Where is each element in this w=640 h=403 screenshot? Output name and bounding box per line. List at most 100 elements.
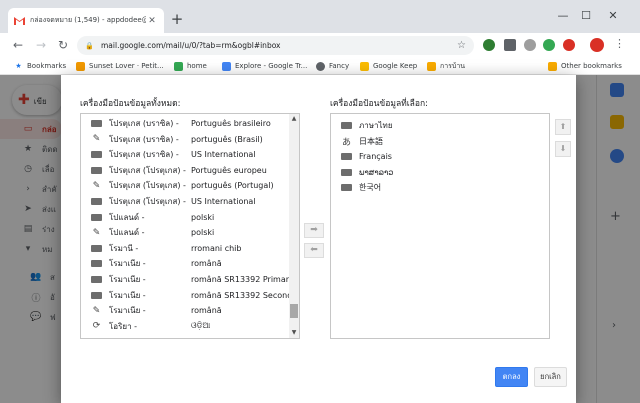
favicon-icon bbox=[174, 61, 183, 71]
bookmark-item[interactable]: Sunset Lover · Petit... bbox=[76, 59, 164, 73]
bookmark-label: Fancy bbox=[329, 62, 350, 70]
extension-icon[interactable] bbox=[524, 39, 536, 51]
move-down-button[interactable]: ⬇ bbox=[555, 141, 571, 157]
extension-icon[interactable] bbox=[483, 39, 495, 51]
available-tool-item[interactable]: ✎ โปแลนด์ - polski bbox=[91, 225, 215, 240]
selected-tool-item[interactable]: ພາສາລາວ bbox=[341, 165, 393, 180]
bookmark-item[interactable]: Explore - Google Tr... bbox=[222, 59, 307, 73]
available-tool-item[interactable]: โปรตุเกส (โปรตุเกส) - US International bbox=[91, 194, 256, 209]
selected-tool-item[interactable]: あ日本語 bbox=[341, 134, 383, 149]
tool-name: română SR13392 Secondary bbox=[191, 290, 300, 300]
bookmark-item[interactable]: home bbox=[174, 59, 207, 73]
keyboard-icon bbox=[91, 165, 102, 176]
tool-name: português (Portugal) bbox=[191, 181, 274, 191]
available-tool-item[interactable]: โปแลนด์ - polski bbox=[91, 210, 214, 225]
pencil-icon: ✎ bbox=[92, 227, 101, 238]
tool-language: โรมาเนีย - bbox=[109, 275, 146, 284]
bookmark-label: Google Keep bbox=[373, 62, 418, 70]
gmail-icon bbox=[14, 16, 25, 25]
available-tool-item[interactable]: ✎ โปรตุเกส (โปรตุเกส) - português (Portuga… bbox=[91, 178, 274, 193]
forward-arrow-icon[interactable]: → bbox=[33, 37, 49, 53]
kebab-menu-icon[interactable]: ⋮ bbox=[614, 37, 625, 50]
tool-language: โรมาเนีย - bbox=[109, 290, 146, 300]
selected-tools-title: เครื่องมือป้อนข้อมูลที่เลือก: bbox=[330, 99, 428, 109]
add-tool-button[interactable]: ➡ bbox=[304, 223, 324, 238]
selected-tool-item[interactable]: ภาษาไทย bbox=[341, 118, 393, 133]
scrollbar-thumb[interactable] bbox=[290, 304, 298, 318]
back-arrow-icon[interactable]: ← bbox=[10, 37, 26, 53]
bookmarks-bar: ★ Bookmarks Sunset Lover · Petit... home … bbox=[0, 57, 640, 75]
pencil-icon: ✎ bbox=[92, 305, 101, 316]
available-tool-item[interactable]: โรมาเนีย - română SR13392 Primary bbox=[91, 272, 294, 287]
available-tool-item[interactable]: ✎ โปรตุเกส (บราซิล) - português (Brasil) bbox=[91, 132, 263, 147]
scroll-up-arrow-icon[interactable]: ▲ bbox=[289, 115, 299, 123]
tool-name: ଓଡ଼ିଆ bbox=[191, 321, 211, 331]
keyboard-icon bbox=[91, 196, 102, 207]
favicon-icon bbox=[360, 61, 369, 71]
keyboard-icon bbox=[91, 243, 102, 254]
bookmark-item[interactable]: Google Keep bbox=[360, 59, 417, 73]
available-tool-item[interactable]: โปรตุเกส (บราซิล) - US International bbox=[91, 147, 256, 162]
scrollbar[interactable]: ▲ ▼ bbox=[289, 114, 299, 338]
ok-button[interactable]: ตกลง bbox=[495, 367, 528, 387]
tool-name: ພາສາລາວ bbox=[359, 167, 394, 177]
keyboard-icon bbox=[91, 118, 102, 129]
tool-name: polski bbox=[191, 212, 215, 222]
tool-language: โปแลนด์ - bbox=[109, 212, 145, 222]
tool-language: โปรตุเกส (โปรตุเกส) - bbox=[109, 181, 186, 191]
bookmark-folder[interactable]: การบ้าน bbox=[427, 59, 465, 73]
extension-icon[interactable] bbox=[504, 39, 516, 51]
other-bookmarks-folder[interactable]: Other bookmarks bbox=[548, 59, 622, 73]
lock-icon[interactable]: 🔒 bbox=[85, 42, 95, 50]
tool-name: 한국어 bbox=[359, 183, 382, 193]
available-tools-list[interactable]: โปรตุเกส (บราซิล) - Português brasileiro ✎… bbox=[80, 113, 300, 339]
bookmark-label: Bookmarks bbox=[27, 62, 67, 70]
address-bar[interactable]: 🔒 mail.google.com/mail/u/0/?tab=rm&ogbl#… bbox=[77, 36, 474, 55]
favicon-icon bbox=[76, 61, 85, 71]
browser-window: กล่องจดหมาย (1,549) - appdodee@gmail.com… bbox=[0, 0, 640, 403]
cancel-button[interactable]: ยกเลิก bbox=[534, 367, 567, 387]
selected-tool-item[interactable]: 한국어 bbox=[341, 180, 381, 195]
tool-language: โรมาเนีย - bbox=[109, 259, 146, 269]
available-tool-item[interactable]: โปรตุเกส (บราซิล) - Português brasileiro bbox=[91, 116, 271, 131]
browser-toolbar: ← → ↻ 🔒 mail.google.com/mail/u/0/?tab=rm… bbox=[0, 33, 640, 57]
tool-language: โอริยา - bbox=[109, 321, 138, 331]
extension-icon[interactable] bbox=[543, 39, 555, 51]
keyboard-icon bbox=[91, 212, 102, 223]
tab-strip: กล่องจดหมาย (1,549) - appdodee@gmail.com… bbox=[0, 0, 640, 33]
available-tool-item[interactable]: โปรตุเกส (โปรตุเกส) - Português europeu bbox=[91, 163, 267, 178]
transliterate-icon: ⟳ bbox=[92, 321, 101, 332]
tool-name: română SR13392 Primary bbox=[191, 275, 294, 284]
keyboard-icon bbox=[91, 274, 102, 285]
tool-name: română bbox=[191, 306, 222, 316]
close-window-button[interactable]: ✕ bbox=[600, 8, 626, 24]
favicon-icon bbox=[222, 61, 231, 71]
available-tool-item[interactable]: ✎ โรมาเนีย - română bbox=[91, 303, 222, 318]
extension-icon[interactable] bbox=[563, 39, 575, 51]
scroll-down-arrow-icon[interactable]: ▼ bbox=[289, 329, 299, 337]
new-tab-button[interactable]: + bbox=[168, 11, 186, 29]
bookmark-label: Sunset Lover · Petit... bbox=[89, 62, 164, 70]
reload-icon[interactable]: ↻ bbox=[55, 37, 71, 53]
available-tool-item[interactable]: โรมาเนีย - română SR13392 Secondary bbox=[91, 288, 300, 303]
keyboard-icon bbox=[91, 258, 102, 269]
available-tool-item[interactable]: โรมาเนีย - română bbox=[91, 256, 222, 271]
maximize-button[interactable]: ☐ bbox=[573, 8, 599, 24]
browser-tab[interactable]: กล่องจดหมาย (1,549) - appdodee@gmail.com… bbox=[8, 8, 164, 33]
profile-avatar[interactable] bbox=[590, 38, 604, 52]
bookmark-star-icon[interactable]: ☆ bbox=[457, 40, 466, 51]
url-text[interactable]: mail.google.com/mail/u/0/?tab=rm&ogbl#in… bbox=[101, 41, 457, 50]
available-tool-item[interactable]: โรมานี - rromani chib bbox=[91, 241, 241, 256]
bookmark-item[interactable]: Fancy bbox=[316, 59, 349, 73]
tool-language: โปรตุเกส (โปรตุเกส) - bbox=[109, 165, 186, 175]
available-tool-item[interactable]: ⟳ โอริยา - ଓଡ଼ିଆ bbox=[91, 319, 210, 334]
selected-tool-item[interactable]: Français bbox=[341, 149, 392, 164]
bookmark-item[interactable]: ★ Bookmarks bbox=[14, 59, 66, 73]
tool-language: โรมานี - bbox=[109, 243, 139, 253]
tab-close-icon[interactable]: ✕ bbox=[146, 16, 158, 26]
available-tools-title: เครื่องมือป้อนข้อมูลทั้งหมด: bbox=[80, 99, 181, 109]
remove-tool-button[interactable]: ⬅ bbox=[304, 243, 324, 258]
move-up-button[interactable]: ⬆ bbox=[555, 119, 571, 135]
pencil-icon: ✎ bbox=[92, 180, 101, 191]
selected-tools-list[interactable]: ภาษาไทย あ日本語 Français ພາສາລາວ 한국어 bbox=[330, 113, 550, 339]
